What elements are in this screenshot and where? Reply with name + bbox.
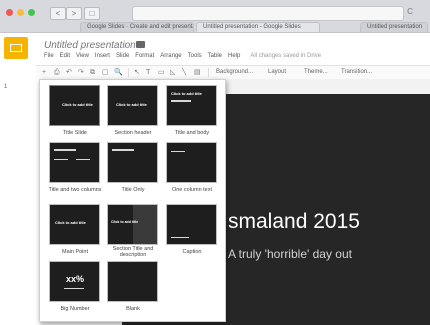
address-bar[interactable]	[132, 6, 404, 21]
back-button[interactable]: <	[50, 7, 66, 20]
slide-filmstrip	[0, 79, 41, 325]
slides-logo[interactable]	[4, 37, 28, 59]
slide-number[interactable]: 1	[4, 84, 7, 90]
shape-icon[interactable]: ◺	[170, 68, 175, 77]
menu-tools[interactable]: Tools	[188, 53, 202, 59]
thumb-text: Click to add title	[62, 102, 93, 107]
menu-view[interactable]: View	[76, 53, 89, 59]
menu-insert[interactable]: Insert	[95, 53, 110, 59]
menu-arrange[interactable]: Arrange	[160, 53, 181, 59]
layout-thumb-caption[interactable]	[166, 204, 217, 245]
layout-thumb-title-slide[interactable]: Click to add title	[49, 85, 100, 126]
layout-thumb-title-only[interactable]	[107, 142, 158, 183]
layout-label: Title and body	[174, 130, 210, 136]
layout-thumb-big-number[interactable]: xx%	[49, 261, 100, 302]
close-window-button[interactable]	[6, 9, 13, 16]
save-status[interactable]: All changes saved in Drive	[250, 53, 321, 59]
image-icon[interactable]: ▭	[158, 68, 165, 77]
thumb-line	[76, 159, 90, 160]
layout-thumb-main-point[interactable]: Click to add title	[49, 204, 100, 245]
forward-button[interactable]: >	[66, 7, 82, 20]
star-icon[interactable]: ☆	[122, 41, 129, 50]
browser-tab-active[interactable]: Untitled presentation - Google Slides	[196, 22, 320, 32]
minimize-window-button[interactable]	[17, 9, 24, 16]
layout-thumb-section-header[interactable]: Click to add title	[107, 85, 158, 126]
layout-label: One column text	[171, 187, 213, 193]
thumb-text: Click to add title	[116, 102, 147, 107]
new-slide-icon[interactable]: +	[42, 68, 46, 77]
layout-dropdown: Click to add title Title Slide Click to …	[39, 79, 226, 322]
reload-icon[interactable]: C	[404, 7, 416, 19]
thumb-line	[54, 159, 68, 160]
toolbar: + ⎙ ↶ ↷ ⧉ ▢ 🔍 ↖ T ▭ ◺ ╲ ▤ Background... …	[36, 65, 430, 80]
thumb-text: Click to add title	[55, 220, 86, 225]
tab-strip: Google Slides · Create and edit presenta…	[0, 22, 430, 32]
toolbar-divider	[128, 68, 129, 77]
transition-button[interactable]: Transition...	[341, 68, 372, 77]
thumb-line	[64, 288, 84, 289]
print-icon[interactable]: ⎙	[54, 68, 60, 77]
thumb-text: Click to add title	[171, 91, 202, 96]
browser-chrome: < > □ C Google Slides · Create and edit …	[0, 0, 430, 33]
layout-thumb-blank[interactable]	[107, 261, 158, 302]
screen: < > □ C Google Slides · Create and edit …	[0, 0, 430, 325]
line-icon[interactable]: ╲	[182, 68, 186, 77]
thumb-text: xx%	[66, 274, 85, 284]
layout-thumb-section-title-description[interactable]: Click to add title	[107, 204, 158, 245]
browser-tab[interactable]: Google Slides · Create and edit presenta…	[80, 22, 194, 32]
thumb-line	[171, 100, 191, 102]
menu-help[interactable]: Help	[228, 53, 240, 59]
layout-label: Title and two columns	[48, 187, 102, 193]
paint-format-icon[interactable]: ⧉	[90, 68, 95, 77]
select-icon[interactable]: ↖	[134, 68, 140, 77]
layout-label: Section Title and description	[112, 246, 154, 258]
folder-icon[interactable]	[136, 41, 145, 48]
slide-title-text[interactable]: smaland 2015	[228, 210, 360, 234]
menu-file[interactable]: File	[44, 53, 54, 59]
menu-slide[interactable]: Slide	[116, 53, 129, 59]
redo-icon[interactable]: ↷	[78, 68, 84, 77]
undo-icon[interactable]: ↶	[66, 68, 72, 77]
layout-label: Section header	[114, 130, 152, 136]
layout-label: Main Point	[62, 249, 88, 255]
comment-icon[interactable]: ▤	[194, 68, 201, 77]
slide-subtitle-text[interactable]: A truly 'horrible' day out	[228, 247, 352, 261]
thumb-line	[112, 149, 134, 151]
window-controls	[6, 9, 35, 16]
thumb-panel	[133, 205, 157, 244]
toolbar-divider	[208, 68, 209, 77]
frame-icon[interactable]: ▢	[102, 68, 109, 77]
menu-edit[interactable]: Edit	[60, 53, 70, 59]
layout-label: Big Number	[60, 306, 90, 312]
textbox-icon[interactable]: T	[146, 68, 150, 77]
layout-label: Title Slide	[63, 130, 87, 136]
layout-thumb-title-and-body[interactable]: Click to add title	[166, 85, 217, 126]
layout-thumb-one-column-text[interactable]	[166, 142, 217, 183]
thumb-line	[171, 151, 185, 152]
menu-bar: File Edit View Insert Slide Format Arran…	[44, 53, 321, 59]
layout-thumb-title-two-columns[interactable]	[49, 142, 100, 183]
layout-label: Title Only	[121, 187, 145, 193]
thumb-line	[54, 149, 76, 151]
theme-button[interactable]: Theme...	[304, 68, 328, 77]
menu-table[interactable]: Table	[208, 53, 222, 59]
menu-format[interactable]: Format	[135, 53, 154, 59]
layout-label: Caption	[182, 249, 202, 255]
background-button[interactable]: Background...	[216, 68, 253, 77]
sidebar-toggle-button[interactable]: □	[84, 7, 100, 20]
browser-tab[interactable]: Untitled presentation	[360, 22, 428, 32]
layout-button[interactable]: Layout	[268, 68, 286, 77]
layout-label: Blank	[126, 306, 140, 312]
maximize-window-button[interactable]	[28, 9, 35, 16]
zoom-icon[interactable]: 🔍	[114, 68, 123, 77]
thumb-line	[171, 237, 189, 238]
thumb-text: Click to add title	[111, 220, 139, 224]
